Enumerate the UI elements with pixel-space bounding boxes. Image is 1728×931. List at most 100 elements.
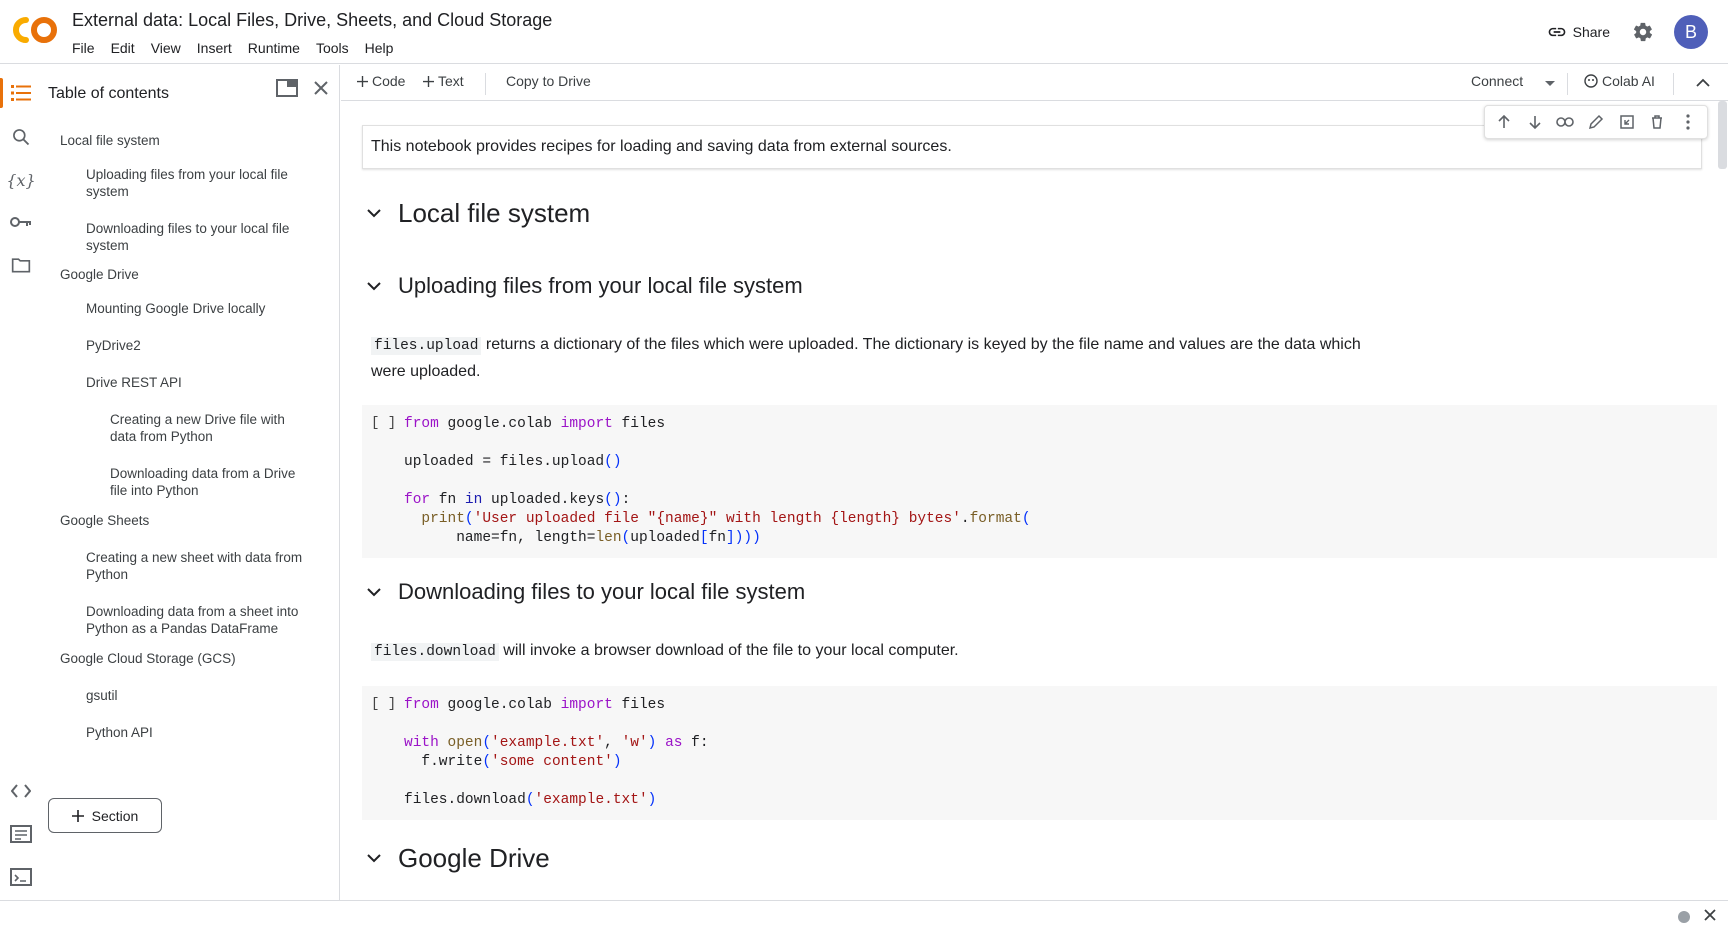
plus-icon — [423, 75, 434, 87]
search-icon[interactable] — [10, 126, 32, 148]
toc-item-pydrive2[interactable]: PyDrive2 — [86, 337, 306, 354]
share-button[interactable]: Share — [1547, 22, 1610, 42]
inline-code: files.download — [371, 643, 499, 661]
code-snippets-icon[interactable] — [10, 780, 32, 802]
add-text-label: Text — [438, 73, 464, 89]
colab-ai-label: Colab AI — [1602, 73, 1655, 89]
toc-item-drive-rest-api[interactable]: Drive REST API — [86, 374, 306, 391]
link-icon — [1548, 27, 1565, 37]
toc-item-download-sheet[interactable]: Downloading data from a sheet into Pytho… — [86, 603, 322, 637]
toc-item-google-sheets[interactable]: Google Sheets — [60, 512, 310, 529]
mirror-cell-icon[interactable] — [1616, 111, 1638, 133]
heading-text: Uploading files from your local file sys… — [398, 273, 803, 298]
plus-icon — [357, 75, 368, 87]
app-header: External data: Local Files, Drive, Sheet… — [0, 0, 1728, 64]
notebook-title[interactable]: External data: Local Files, Drive, Sheet… — [72, 10, 552, 31]
plus-icon — [71, 809, 84, 822]
heading-google-drive: Google Drive — [362, 843, 550, 874]
close-icon[interactable] — [312, 79, 330, 97]
header-actions: Share B — [1547, 0, 1728, 64]
colab-logo[interactable] — [12, 14, 58, 46]
link-icon[interactable] — [1554, 111, 1576, 133]
chevron-down-icon[interactable] — [362, 580, 386, 604]
menu-insert[interactable]: Insert — [189, 38, 240, 58]
toc-item-create-sheet[interactable]: Creating a new sheet with data from Pyth… — [86, 549, 322, 583]
terminal-icon[interactable] — [10, 866, 32, 888]
code-cell-download[interactable]: [ ] from google.colab import files with … — [362, 686, 1717, 820]
key-icon[interactable] — [10, 211, 32, 233]
heading-text: Local file system — [398, 198, 591, 228]
folder-icon[interactable] — [10, 254, 32, 276]
heading-uploading: Uploading files from your local file sys… — [362, 273, 803, 299]
close-icon[interactable] — [1702, 907, 1718, 923]
add-section-button[interactable]: Section — [48, 798, 162, 833]
code-editor[interactable]: from google.colab import files uploaded … — [404, 415, 1031, 548]
code-editor[interactable]: from google.colab import files with open… — [404, 696, 709, 810]
status-indicator — [1678, 911, 1690, 923]
toc-item-local-file-system[interactable]: Local file system — [60, 132, 310, 149]
connect-button[interactable]: Connect — [1471, 73, 1523, 89]
add-code-button[interactable]: Code — [357, 73, 405, 89]
arrow-up-icon[interactable] — [1493, 111, 1515, 133]
toc-item-create-drive-file[interactable]: Creating a new Drive file with data from… — [110, 411, 310, 445]
inline-code: files.upload — [371, 337, 482, 355]
chevron-down-icon[interactable] — [362, 847, 386, 871]
colab-ai-button[interactable]: Colab AI — [1584, 73, 1655, 89]
toc-panel: Table of contents Local file system Uplo… — [42, 65, 340, 900]
toc-item-uploading[interactable]: Uploading files from your local file sys… — [86, 166, 306, 200]
share-label: Share — [1572, 24, 1610, 40]
toolbar-divider — [1673, 73, 1674, 95]
pencil-icon[interactable] — [1585, 111, 1607, 133]
add-text-button[interactable]: Text — [423, 73, 464, 89]
left-rail: {x} — [0, 65, 42, 900]
toc-item-python-api[interactable]: Python API — [86, 724, 306, 741]
toc-item-gcs[interactable]: Google Cloud Storage (GCS) — [60, 650, 320, 667]
toc-item-google-drive[interactable]: Google Drive — [60, 266, 310, 283]
notebook-toolbar: Code Text Copy to Drive Connect Colab AI — [341, 65, 1728, 101]
arrow-down-icon[interactable] — [1524, 111, 1546, 133]
heading-downloading: Downloading files to your local file sys… — [362, 579, 805, 605]
status-bar — [0, 900, 1728, 931]
upload-description: files.upload returns a dictionary of the… — [371, 332, 1371, 384]
run-cell-button[interactable]: [ ] — [371, 415, 396, 431]
chevron-up-icon[interactable] — [1696, 78, 1710, 88]
more-vert-icon[interactable] — [1677, 111, 1699, 133]
trash-icon[interactable] — [1646, 111, 1668, 133]
toc-icon[interactable] — [10, 82, 32, 104]
toc-item-download-drive-file[interactable]: Downloading data from a Drive file into … — [110, 465, 310, 499]
scrollbar-thumb[interactable] — [1718, 101, 1727, 169]
menu-tools[interactable]: Tools — [308, 38, 357, 58]
toc-item-downloading[interactable]: Downloading files to your local file sys… — [86, 220, 306, 254]
add-code-label: Code — [372, 73, 406, 89]
chevron-down-icon[interactable] — [362, 274, 386, 298]
toc-title: Table of contents — [48, 85, 169, 102]
menu-file[interactable]: File — [64, 38, 103, 58]
toolbar-divider — [485, 73, 486, 95]
command-palette-icon[interactable] — [10, 823, 32, 845]
toc-item-mounting-drive[interactable]: Mounting Google Drive locally — [86, 300, 316, 317]
menu-runtime[interactable]: Runtime — [240, 38, 308, 58]
download-description: files.download will invoke a browser dow… — [371, 638, 1371, 665]
chevron-down-icon[interactable] — [1544, 80, 1556, 88]
active-indicator — [0, 78, 3, 108]
menu-view[interactable]: View — [143, 38, 189, 58]
description-text: will invoke a browser download of the fi… — [503, 642, 959, 659]
variables-icon[interactable]: {x} — [6, 169, 35, 191]
description-text: returns a dictionary of the files which … — [371, 336, 1361, 380]
menu-help[interactable]: Help — [357, 38, 402, 58]
copy-to-drive-button[interactable]: Copy to Drive — [506, 73, 591, 89]
chevron-down-icon[interactable] — [362, 202, 386, 226]
heading-text: Downloading files to your local file sys… — [398, 579, 806, 604]
gear-icon[interactable] — [1632, 21, 1654, 43]
avatar[interactable]: B — [1674, 15, 1708, 49]
notebook-scrollbar[interactable] — [1717, 101, 1728, 900]
open-in-tab-icon[interactable] — [276, 79, 298, 97]
toolbar-divider — [1567, 73, 1568, 95]
run-cell-button[interactable]: [ ] — [371, 696, 396, 712]
code-cell-upload[interactable]: [ ] from google.colab import files uploa… — [362, 405, 1717, 558]
menu-bar: File Edit View Insert Runtime Tools Help — [64, 38, 401, 58]
toc-item-gsutil[interactable]: gsutil — [86, 687, 306, 704]
sparkle-icon — [1584, 74, 1598, 88]
menu-edit[interactable]: Edit — [103, 38, 143, 58]
cell-toolbar — [1484, 105, 1708, 139]
